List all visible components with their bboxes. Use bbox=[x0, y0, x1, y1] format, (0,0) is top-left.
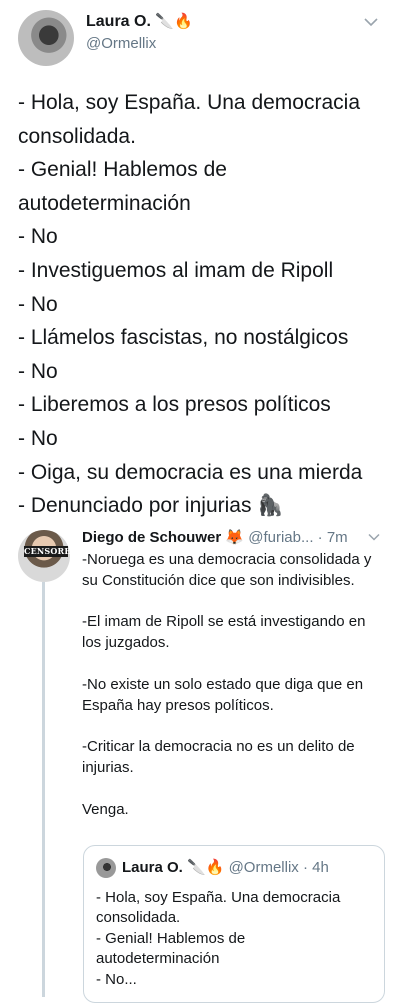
tweet-paragraph: -El imam de Ripoll se está investigando … bbox=[82, 613, 366, 652]
avatar bbox=[96, 858, 116, 878]
tweet-text-line: consolidada. bbox=[18, 124, 136, 148]
author-name: Laura O. bbox=[122, 859, 183, 876]
tweet-text-line: autodeterminación bbox=[18, 191, 191, 215]
tweet-text-line: - Genial! Hablemos de bbox=[18, 158, 227, 182]
thread-connector bbox=[42, 582, 45, 997]
author-name-row[interactable]: Laura O. 🔪🔥 bbox=[86, 12, 193, 31]
tweet-text: - Hola, soy España. Una democracia conso… bbox=[18, 86, 393, 523]
author-handle[interactable]: @Ormellix bbox=[86, 35, 156, 52]
tweet-text: - Hola, soy España. Una democracia conso… bbox=[96, 888, 381, 990]
tweet-text-line: - Llámelos fascistas, no nostálgicos bbox=[18, 326, 349, 350]
main-tweet[interactable]: Laura O. 🔪🔥 @Ormellix - Hola, soy España… bbox=[0, 0, 400, 520]
tweet-paragraph: Venga. bbox=[82, 800, 129, 818]
author-name[interactable]: Laura O. bbox=[86, 13, 151, 30]
tweet-text-line: autodeterminación bbox=[96, 950, 220, 968]
tweet-text-line: - No bbox=[18, 292, 58, 316]
chevron-down-icon[interactable] bbox=[364, 14, 378, 30]
reply-header: Diego de Schouwer 🦊 @furiab... · 7m bbox=[82, 528, 382, 546]
avatar[interactable] bbox=[18, 10, 74, 66]
tweet-text-line: - Oiga, su democracia es una mierda bbox=[18, 460, 363, 484]
author-name-emoji: 🦊 bbox=[225, 529, 245, 546]
tweet-text-line: - No... bbox=[96, 970, 137, 988]
timestamp: · 4h bbox=[302, 859, 329, 876]
tweet-paragraph: -Criticar la democracia no es un delito … bbox=[82, 738, 355, 776]
tweet-text-line: - Hola, soy España. Una democracia bbox=[18, 91, 360, 114]
tweet-text-line: - Genial! Hablemos de bbox=[96, 929, 246, 947]
reply-tweet[interactable]: CENSORED Diego de Schouwer 🦊 @furiab... … bbox=[0, 520, 400, 1003]
tweet-paragraph: -No existe un solo estado que diga que e… bbox=[82, 675, 364, 714]
timestamp[interactable]: · 7m bbox=[318, 529, 348, 546]
tweet-text: -Noruega es una democracia consolidada y… bbox=[82, 550, 387, 841]
tweet-text-line: - No bbox=[18, 359, 58, 383]
quoted-tweet[interactable]: Laura O. 🔪🔥 @Ormellix · 4h - Hola, soy E… bbox=[83, 845, 385, 1003]
tweet-text-line: - No bbox=[18, 225, 58, 249]
tweet-text-line: - No bbox=[18, 426, 58, 450]
author-name-emoji: 🔪🔥 bbox=[155, 13, 193, 30]
author-handle[interactable]: @furiab... bbox=[248, 529, 313, 546]
censored-badge: CENSORED bbox=[24, 546, 78, 557]
tweet-text-line: - Liberemos a los presos políticos bbox=[18, 393, 331, 417]
quote-header: Laura O. 🔪🔥 @Ormellix · 4h bbox=[122, 858, 329, 876]
author-handle: @Ormellix bbox=[228, 859, 299, 876]
tweet-text-line: - Denunciado por injurias 🦍 bbox=[18, 494, 284, 518]
author-name[interactable]: Diego de Schouwer bbox=[82, 529, 221, 546]
tweet-text-line: - Investiguemos al imam de Ripoll bbox=[18, 258, 334, 282]
tweet-paragraph: -Noruega es una democracia consolidada y… bbox=[82, 551, 372, 589]
chevron-down-icon[interactable] bbox=[368, 530, 380, 544]
author-name-emoji: 🔪🔥 bbox=[187, 859, 225, 876]
tweet-text-line: consolidada. bbox=[96, 909, 181, 927]
tweet-text-line: - Hola, soy España. Una democracia bbox=[96, 889, 341, 906]
